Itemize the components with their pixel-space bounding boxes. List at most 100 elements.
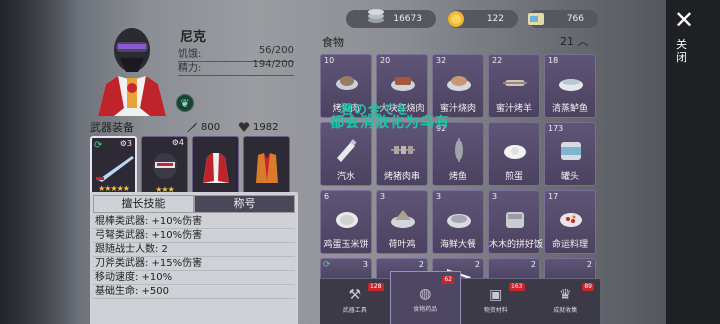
food-label: 煎蛋 [504, 172, 523, 182]
tab-specialty[interactable]: 擅长技能 [93, 195, 194, 213]
skill-line: 跟随战士人数: 2 [93, 243, 295, 257]
tab-label: 武器工具 [342, 307, 367, 314]
lotus-chicken-icon [391, 210, 415, 228]
crate-icon: ▣ [489, 287, 503, 303]
food-qty: 3 [436, 192, 442, 201]
food-item[interactable]: 3 荷叶鸡 [376, 190, 428, 254]
food-qty: 18 [548, 56, 559, 65]
sprout-icon[interactable]: ❦ [176, 94, 194, 112]
honey-pork-icon [447, 76, 471, 91]
close-button-label[interactable]: 关闭 [676, 38, 690, 64]
food-item[interactable]: 17 命运料理 [544, 190, 596, 254]
food-item[interactable]: 32 蜜汁烧肉 [432, 54, 484, 118]
tab-achievements[interactable]: ♛ 成就收集 89 [531, 279, 601, 324]
hunger-label: 饥饿: [178, 49, 202, 60]
food-count: 21 ︿ [560, 35, 589, 48]
food-label: 命运料理 [551, 240, 588, 250]
food-title: 食物 [322, 36, 344, 49]
food-qty: 20 [380, 56, 391, 65]
roast-lamb-icon [503, 80, 527, 86]
tab-badge: 89 [582, 283, 594, 291]
canned-food-icon [561, 142, 581, 160]
food-qty: 6 [324, 192, 330, 201]
food-label: 汽水 [336, 172, 355, 182]
combo-meal-icon [506, 212, 524, 228]
weapon-title: 武器装备 [90, 121, 134, 134]
character-portrait [98, 28, 166, 116]
food-qty: 32 [436, 56, 447, 65]
energy-label: 精力: [178, 63, 202, 74]
attack-value: 800 [201, 121, 221, 133]
trophy-icon: ♛ [558, 287, 572, 303]
food-item[interactable]: 3 海鲜大餐 [432, 190, 484, 254]
food-item[interactable]: 煎蛋 [488, 122, 540, 186]
skill-line: 基础生命: +500 [93, 285, 295, 299]
heart-icon [238, 122, 250, 132]
tab-label: 物资材料 [483, 307, 508, 314]
tab-title[interactable]: 称号 [194, 195, 295, 213]
tab-food-medicine[interactable]: ◍ 食物药品 62 [389, 271, 461, 324]
gold-coin-icon [448, 11, 464, 27]
background-shade [0, 0, 80, 324]
food-item[interactable]: 3 木木的拼好饭 [488, 190, 544, 254]
seafood-platter-icon [447, 214, 471, 228]
axe-icon: ⚒ [348, 287, 362, 303]
equip-slot-vest[interactable] [243, 136, 290, 198]
energy-stat: 精力: 194/200 [178, 59, 294, 76]
skill-panel: 擅长技能 称号 棍棒类武器: +10%伤害 弓弩类武器: +10%伤害 跟随战士… [90, 192, 298, 324]
health-stat: 1982 [238, 121, 290, 133]
equip-slot-count: ⚙3 [119, 139, 132, 148]
tab-weapons-tools[interactable]: ⚒ 武器工具 128 [320, 279, 390, 324]
tab-label: 食物药品 [413, 306, 438, 313]
equip-slot-helmet[interactable]: ⚙4 ★★★ [141, 136, 188, 198]
skill-tabs: 擅长技能 称号 [93, 195, 295, 213]
fried-egg-icon [504, 145, 526, 159]
food-label: 蜜汁烤羊 [495, 104, 532, 114]
steamed-fish-icon [559, 79, 583, 91]
food-item[interactable]: 6 鸡蛋玉米饼 [320, 190, 372, 254]
egg-tortilla-icon [336, 212, 358, 228]
food-qty: 2 [418, 260, 424, 269]
food-qty: 3 [380, 192, 386, 201]
equipment-row: ⟳ ⚙3 ★★★★★ ⚙4 ★★★ [90, 136, 296, 200]
skill-line: 弓弩类武器: +10%伤害 [93, 229, 295, 243]
tab-materials[interactable]: ▣ 物资材料 163 [461, 279, 531, 324]
soda-icon [337, 139, 357, 162]
food-grid: 10 烤兔肉 20 大块红烧肉 32 蜜汁烧肉 22 蜜汁烤羊 18 清蒸鲈鱼 [320, 54, 600, 284]
weapon-header: 武器装备 800 1982 [90, 118, 294, 136]
food-label: 清蒸鲈鱼 [551, 104, 588, 114]
food-qty: 2 [474, 260, 480, 269]
tab-badge: 163 [509, 283, 525, 291]
blade-icon [96, 156, 134, 182]
character-name: 尼克 [180, 30, 207, 45]
overlay-caption-line2: 都会消散化为乌有 [330, 115, 450, 131]
sword-icon [187, 122, 197, 132]
health-value: 1982 [253, 121, 279, 133]
tab-badge: 62 [442, 276, 454, 284]
silver-counter: 16673 [346, 10, 436, 28]
character-panel: 尼克 饥饿: 56/200 精力: 194/200 ❦ 武器装备 800 198… [88, 16, 308, 324]
equip-slot-jacket[interactable] [192, 136, 239, 198]
food-label: 罐头 [560, 172, 579, 182]
tab-badge: 128 [368, 283, 384, 291]
chevron-up-icon[interactable]: ︿ [578, 35, 589, 48]
tab-label: 成就收集 [553, 307, 578, 314]
jacket-icon [203, 153, 229, 183]
food-qty: 22 [492, 56, 503, 65]
skill-line: 棍棒类武器: +10%伤害 [93, 215, 295, 229]
hunger-value: 56/200 [258, 45, 294, 56]
skill-line: 移动速度: +10% [93, 271, 295, 285]
close-icon[interactable]: ✕ [672, 8, 696, 32]
food-qty: 173 [548, 124, 564, 133]
food-qty: 10 [324, 56, 335, 65]
refresh-icon: ⟳ [94, 140, 103, 151]
category-tabs: ⚒ 武器工具 128 ◍ 食物药品 62 ▣ 物资材料 163 ♛ 成就收集 8… [320, 271, 601, 324]
food-label: 木木的拼好饭 [489, 240, 544, 250]
food-item[interactable]: 22 蜜汁烤羊 [488, 54, 540, 118]
food-item[interactable]: 173 罐头 [544, 122, 596, 186]
equip-slot-weapon[interactable]: ⟳ ⚙3 ★★★★★ [90, 136, 137, 198]
food-item[interactable]: 18 清蒸鲈鱼 [544, 54, 596, 118]
skill-line: 刀斧类武器: +15%伤害 [93, 257, 295, 271]
food-qty: 17 [548, 192, 559, 201]
right-side-strip [666, 0, 720, 324]
